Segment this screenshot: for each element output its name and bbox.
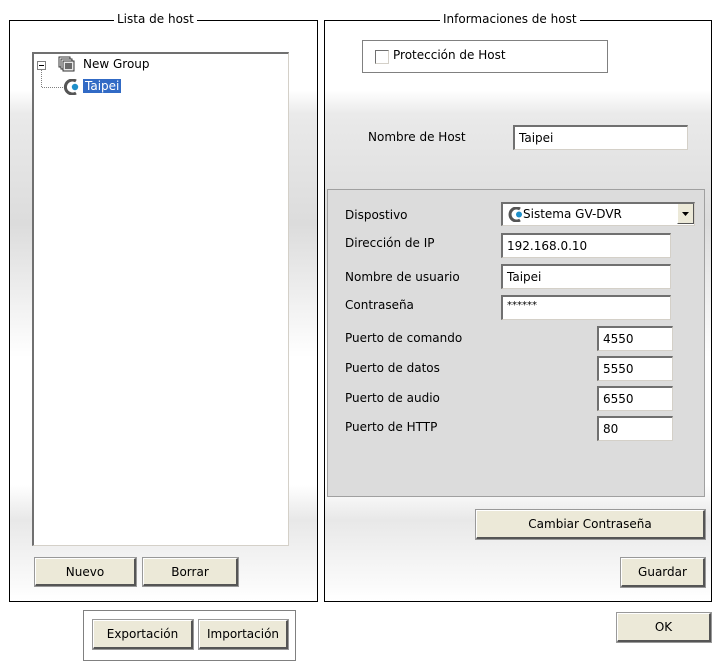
data-port-label: Puerto de datos: [345, 361, 440, 375]
new-button[interactable]: Nuevo: [35, 558, 136, 586]
http-port-label: Puerto de HTTP: [345, 420, 438, 434]
change-password-button[interactable]: Cambiar Contraseña: [476, 510, 705, 539]
chevron-down-icon: [682, 212, 689, 216]
device-select-value: Sistema GV-DVR: [523, 207, 622, 221]
dvr-host-icon: [63, 79, 79, 95]
save-button[interactable]: Guardar: [621, 558, 705, 587]
tree-connector-horizontal: [42, 87, 63, 89]
ip-input[interactable]: 192.168.0.10: [501, 233, 671, 258]
audio-port-input[interactable]: 6550: [597, 386, 673, 411]
dropdown-arrow-button[interactable]: [677, 204, 694, 224]
device-select[interactable]: Sistema GV-DVR: [501, 202, 695, 226]
tree-group-label[interactable]: New Group: [83, 57, 150, 71]
command-port-input[interactable]: 4550: [597, 326, 673, 351]
import-button[interactable]: Importación: [199, 620, 288, 649]
ok-button[interactable]: OK: [617, 613, 711, 642]
password-label: Contraseña: [345, 298, 414, 312]
host-tree[interactable]: [32, 52, 289, 546]
export-button[interactable]: Exportación: [93, 620, 193, 649]
ip-label: Dirección de IP: [345, 236, 435, 250]
host-name-input[interactable]: Taipei: [513, 125, 688, 150]
command-port-label: Puerto de comando: [345, 331, 463, 345]
username-input[interactable]: Taipei: [501, 264, 671, 289]
tree-connector: [41, 70, 43, 87]
host-list-title: Lista de host: [114, 12, 197, 26]
data-port-input[interactable]: 5550: [597, 356, 673, 381]
tree-host-label[interactable]: Taipei: [83, 79, 122, 93]
password-input[interactable]: ******: [501, 295, 671, 320]
protection-label[interactable]: Protección de Host: [393, 48, 506, 62]
dvr-device-icon: [508, 207, 522, 222]
collapse-icon[interactable]: [37, 61, 46, 70]
audio-port-label: Puerto de audio: [345, 391, 440, 405]
host-name-label: Nombre de Host: [368, 130, 466, 144]
host-info-title: Informaciones de host: [440, 12, 580, 26]
protection-checkbox[interactable]: [375, 50, 389, 64]
group-folder-icon: [58, 56, 75, 72]
device-label: Dispostivo: [345, 208, 408, 222]
username-label: Nombre de usuario: [345, 270, 460, 284]
delete-button[interactable]: Borrar: [143, 558, 238, 586]
http-port-input[interactable]: 80: [597, 416, 673, 441]
